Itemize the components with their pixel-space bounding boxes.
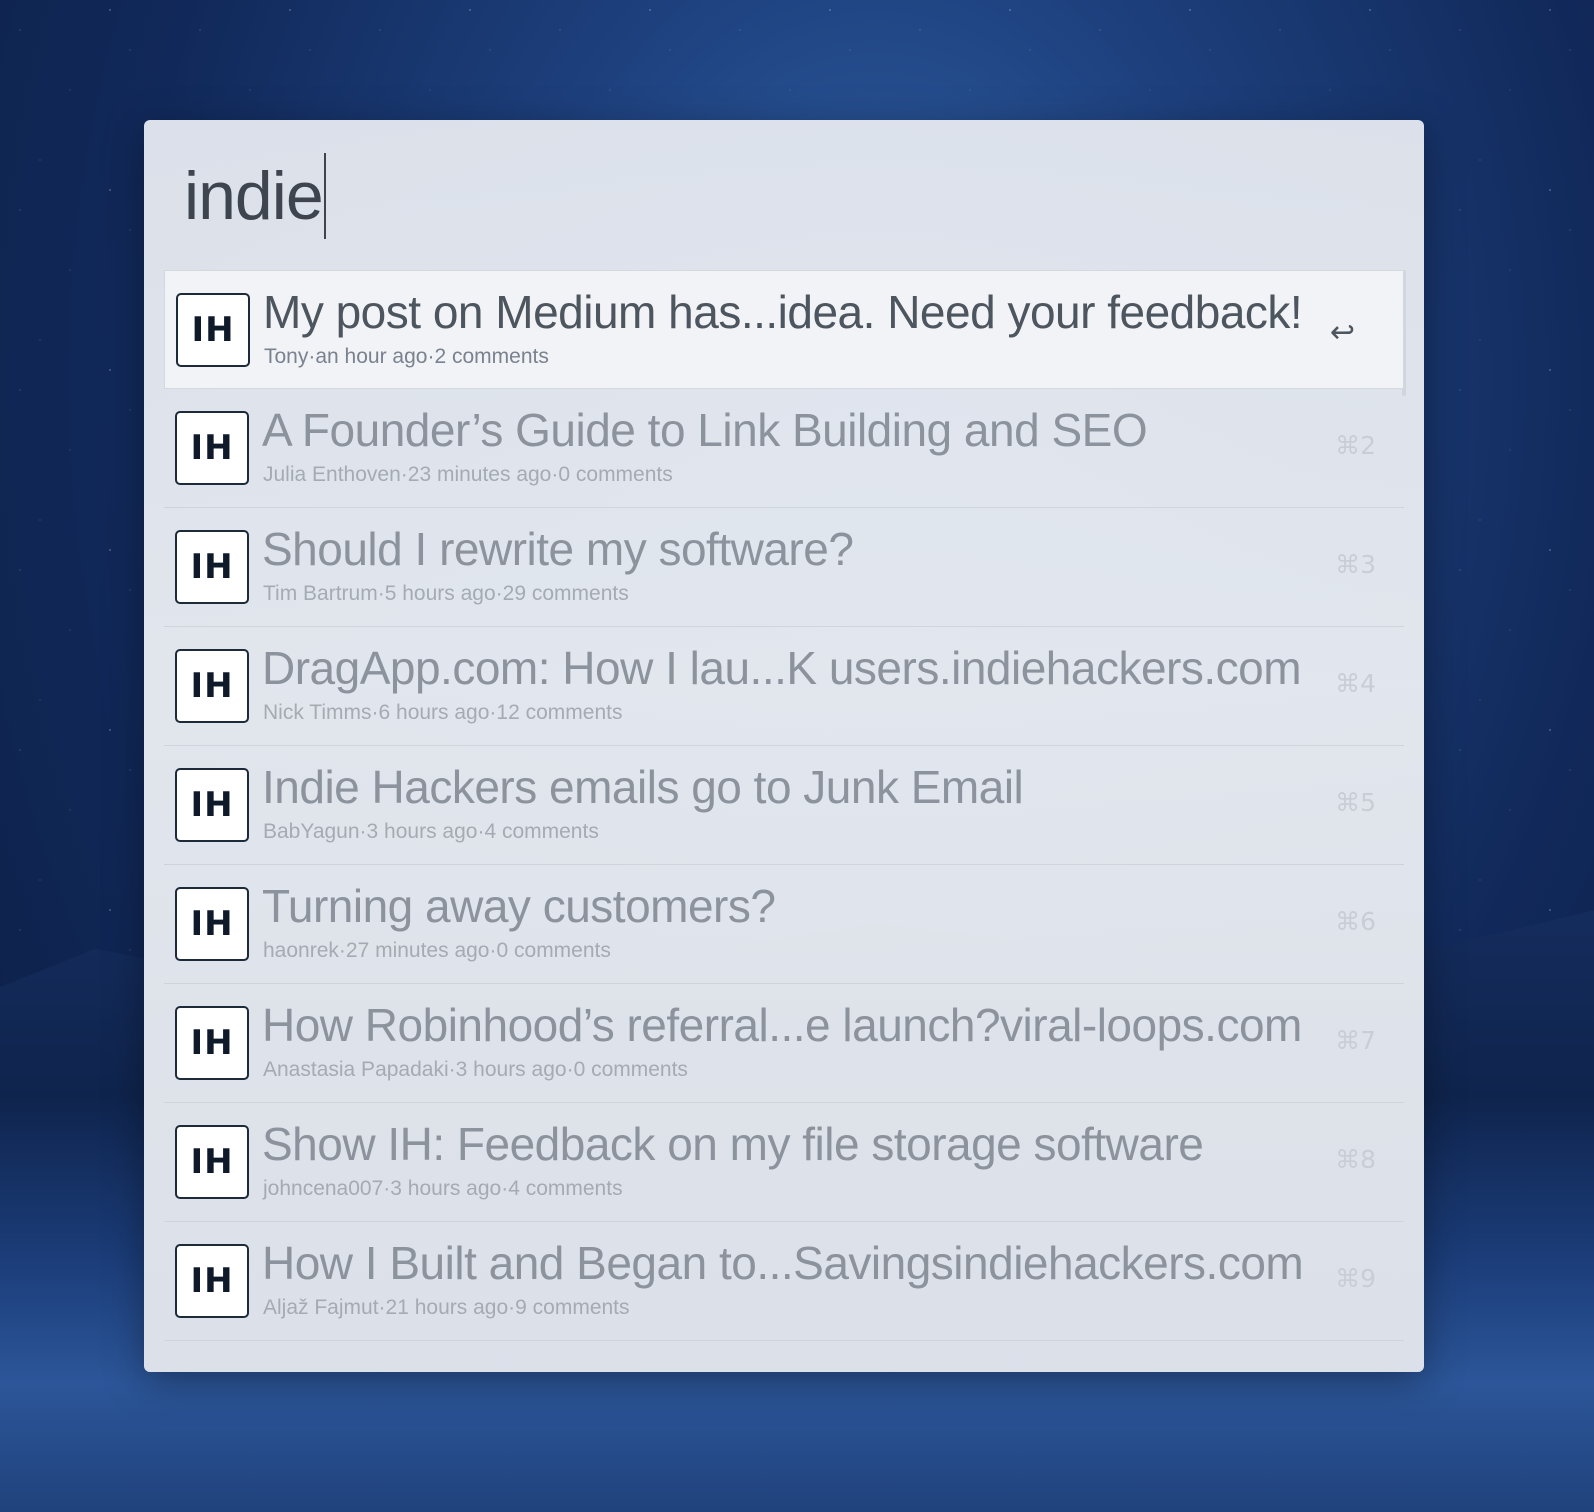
indie-hackers-logo-icon: IH <box>175 1125 249 1199</box>
result-time: 3 hours ago <box>455 1058 567 1081</box>
search-field[interactable]: indie <box>184 148 326 244</box>
result-meta: BabYagun·3 hours ago·4 comments <box>263 820 599 844</box>
result-author: Nick Timms <box>263 701 372 724</box>
indie-hackers-logo-icon: IH <box>176 293 250 367</box>
result-title: How I Built and Began to...Savingsindieh… <box>262 1237 1304 1289</box>
result-time: 27 minutes ago <box>345 939 490 962</box>
result-row-9[interactable]: IH How I Built and Began to...Savingsind… <box>164 1222 1404 1341</box>
text-caret <box>323 153 326 239</box>
result-time: 21 hours ago <box>385 1296 509 1319</box>
launcher-panel: indie IH My post on Medium has...idea. N… <box>144 120 1424 1372</box>
result-row-8[interactable]: IH Show IH: Feedback on my file storage … <box>164 1103 1404 1222</box>
result-title: How Robinhood’s referral...e launch?vira… <box>262 999 1302 1051</box>
result-title: Should I rewrite my software? <box>262 523 854 575</box>
meta-separator: · <box>338 939 346 962</box>
result-comments: 0 comments <box>558 463 673 486</box>
keyboard-shortcut: ⌘8 <box>1335 1145 1376 1174</box>
keyboard-shortcut: ⌘2 <box>1335 431 1376 460</box>
result-row-4[interactable]: IH DragApp.com: How I lau...K users.indi… <box>164 627 1404 746</box>
result-comments: 9 comments <box>515 1296 630 1319</box>
result-comments: 0 comments <box>496 939 611 962</box>
indie-hackers-logo-icon: IH <box>175 1244 249 1318</box>
result-time: 6 hours ago <box>378 701 490 724</box>
result-title: DragApp.com: How I lau...K users.indieha… <box>262 642 1302 694</box>
result-meta: Nick Timms·6 hours ago·12 comments <box>263 701 622 725</box>
result-title: My post on Medium has...idea. Need your … <box>263 286 1303 338</box>
result-meta: Tony·an hour ago·2 comments <box>264 345 549 369</box>
result-time: 3 hours ago <box>366 820 478 843</box>
result-meta: Aljaž Fajmut·21 hours ago·9 comments <box>263 1296 630 1320</box>
result-author: Julia Enthoven <box>263 463 401 486</box>
meta-separator: · <box>400 463 408 486</box>
result-meta: Julia Enthoven·23 minutes ago·0 comments <box>263 463 673 487</box>
meta-separator: · <box>489 939 497 962</box>
result-comments: 29 comments <box>502 582 629 605</box>
indie-hackers-logo-icon: IH <box>175 768 249 842</box>
result-row-2[interactable]: IH A Founder’s Guide to Link Building an… <box>164 389 1404 508</box>
result-author: Tony <box>264 345 309 368</box>
result-time: 3 hours ago <box>390 1177 502 1200</box>
result-author: johncena007 <box>263 1177 384 1200</box>
result-row-6[interactable]: IH Turning away customers? haonrek·27 mi… <box>164 865 1404 984</box>
keyboard-shortcut: ⌘7 <box>1335 1026 1376 1055</box>
meta-separator: · <box>359 820 367 843</box>
result-author: Aljaž Fajmut <box>263 1296 379 1319</box>
result-title: Indie Hackers emails go to Junk Email <box>262 761 1024 813</box>
result-comments: 0 comments <box>573 1058 688 1081</box>
indie-hackers-logo-icon: IH <box>175 411 249 485</box>
result-meta: haonrek·27 minutes ago·0 comments <box>263 939 611 963</box>
indie-hackers-logo-icon: IH <box>175 1006 249 1080</box>
result-meta: Anastasia Papadaki·3 hours ago·0 comment… <box>263 1058 688 1082</box>
result-author: Anastasia Papadaki <box>263 1058 449 1081</box>
meta-separator: · <box>448 1058 456 1081</box>
meta-separator: · <box>371 701 379 724</box>
search-input[interactable]: indie <box>184 162 324 230</box>
indie-hackers-logo-icon: IH <box>175 887 249 961</box>
keyboard-shortcut: ⌘9 <box>1335 1264 1376 1293</box>
result-meta: Tim Bartrum·5 hours ago·29 comments <box>263 582 629 606</box>
keyboard-shortcut: ⌘5 <box>1335 788 1376 817</box>
meta-separator: · <box>377 582 385 605</box>
result-row-1[interactable]: IH My post on Medium has...idea. Need yo… <box>164 270 1404 389</box>
keyboard-shortcut: ⌘6 <box>1335 907 1376 936</box>
meta-separator: · <box>378 1296 386 1319</box>
result-row-3[interactable]: IH Should I rewrite my software? Tim Bar… <box>164 508 1404 627</box>
result-author: haonrek <box>263 939 339 962</box>
results-list: IH My post on Medium has...idea. Need yo… <box>164 270 1404 1341</box>
keyboard-shortcut: ⌘4 <box>1335 669 1376 698</box>
result-author: BabYagun <box>263 820 360 843</box>
result-meta: johncena007·3 hours ago·4 comments <box>263 1177 623 1201</box>
return-key-icon: ↩ <box>1329 315 1355 350</box>
result-time: 5 hours ago <box>384 582 496 605</box>
result-title: Show IH: Feedback on my file storage sof… <box>262 1118 1204 1170</box>
result-title: A Founder’s Guide to Link Building and S… <box>262 404 1148 456</box>
meta-separator: · <box>495 582 503 605</box>
result-row-7[interactable]: IH How Robinhood’s referral...e launch?v… <box>164 984 1404 1103</box>
result-title: Turning away customers? <box>262 880 776 932</box>
keyboard-shortcut: ⌘3 <box>1335 550 1376 579</box>
result-comments: 4 comments <box>508 1177 623 1200</box>
meta-separator: · <box>566 1058 574 1081</box>
indie-hackers-logo-icon: IH <box>175 530 249 604</box>
result-time: 23 minutes ago <box>407 463 552 486</box>
result-row-5[interactable]: IH Indie Hackers emails go to Junk Email… <box>164 746 1404 865</box>
result-author: Tim Bartrum <box>263 582 378 605</box>
result-comments: 4 comments <box>484 820 599 843</box>
result-comments: 2 comments <box>434 345 549 368</box>
indie-hackers-logo-icon: IH <box>175 649 249 723</box>
result-time: an hour ago <box>315 345 428 368</box>
result-comments: 12 comments <box>496 701 623 724</box>
